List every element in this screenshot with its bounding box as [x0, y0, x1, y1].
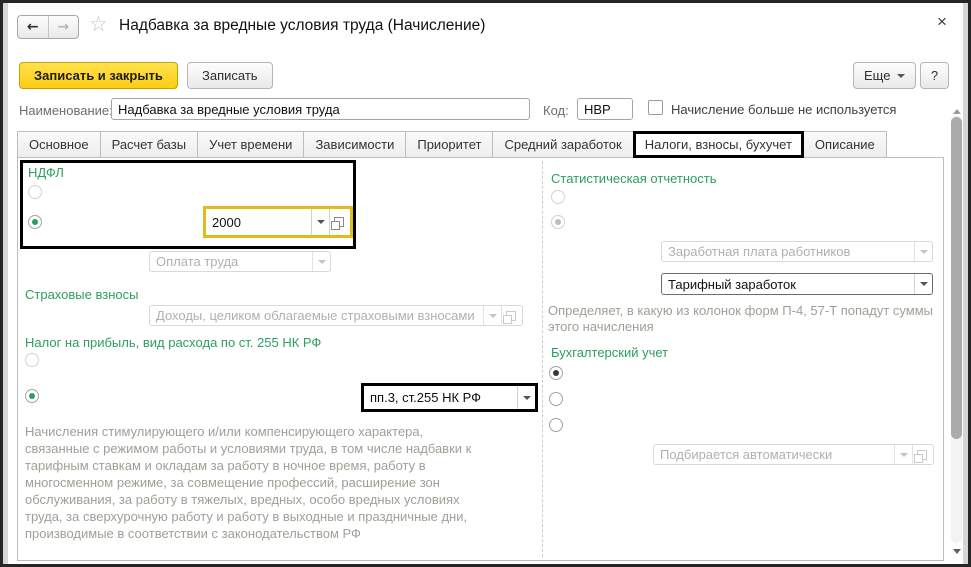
- dropdown-arrow-icon: [313, 252, 330, 271]
- profit-tax-not-included-radio: [25, 353, 39, 367]
- expense-article-description: Начисления стимулирующего и/или компенси…: [25, 423, 487, 542]
- favorite-star-icon[interactable]: ☆: [89, 12, 108, 36]
- chevron-down-icon: [897, 74, 905, 82]
- tab-average-earnings[interactable]: Средний заработок: [492, 131, 633, 158]
- account-subconto-placeholder: Подбирается автоматически: [654, 447, 894, 462]
- dropdown-arrow-icon[interactable]: [915, 274, 932, 294]
- page-title: Надбавка за вредные условия труда (Начис…: [119, 17, 485, 35]
- dropdown-arrow-icon: [895, 445, 912, 464]
- dropdown-arrow-icon: [484, 306, 501, 325]
- window-edge-left: [3, 3, 8, 564]
- ndfl-section-header: НДФЛ: [28, 165, 64, 180]
- tab-bar: Основное Расчет базы Учет времени Зависи…: [17, 131, 887, 158]
- tab-calc-base[interactable]: Расчет базы: [100, 131, 199, 158]
- accrual-card-window: ← → ☆ Надбавка за вредные условия труда …: [0, 0, 971, 567]
- expense-article-value: пп.3, ст.255 НК РФ: [364, 390, 517, 405]
- accounting-base-radio[interactable]: [549, 392, 563, 406]
- income-code-value: 2000: [206, 215, 311, 230]
- accounting-section-header: Бухгалтерский учет: [551, 345, 668, 360]
- back-button[interactable]: ←: [18, 16, 49, 38]
- close-icon[interactable]: ×: [937, 12, 947, 32]
- history-nav-group: ← →: [17, 15, 79, 39]
- code-input[interactable]: [577, 98, 633, 120]
- stats-not-counted-radio: [551, 190, 565, 204]
- scrollbar-thumb[interactable]: [951, 117, 962, 439]
- tab-priority[interactable]: Приоритет: [405, 131, 493, 158]
- not-used-checkbox[interactable]: [648, 100, 663, 115]
- back-icon: ←: [27, 19, 39, 35]
- account-subconto-combobox: Подбирается автоматически: [653, 444, 934, 465]
- tab-taxes-contributions[interactable]: Налоги, взносы, бухучет: [633, 131, 804, 158]
- tab-time-tracking[interactable]: Учет времени: [197, 131, 304, 158]
- not-used-checkbox-label: Начисление больше не используется: [671, 102, 896, 117]
- forward-button[interactable]: →: [49, 16, 79, 38]
- name-input[interactable]: [111, 98, 530, 120]
- window-edge-right: [963, 3, 968, 564]
- code-field-label: Код:: [543, 103, 569, 118]
- income-type-combobox: Доходы, целиком облагаемые страховыми вз…: [149, 305, 523, 326]
- ndfl-taxed-radio[interactable]: [28, 215, 42, 229]
- accounting-employee-radio[interactable]: [549, 366, 563, 380]
- open-item-icon: [917, 450, 927, 460]
- open-item-icon: [506, 311, 516, 321]
- income-code-combobox[interactable]: 2000: [203, 206, 353, 238]
- expense-article-combobox[interactable]: пп.3, ст.255 НК РФ: [361, 383, 538, 412]
- accounting-accrual-radio[interactable]: [549, 418, 563, 432]
- scrollbar-up-arrow-icon[interactable]: [953, 105, 961, 114]
- forward-icon: →: [57, 19, 69, 35]
- p4-form-value: Заработная плата работников: [662, 244, 914, 259]
- dropdown-arrow-icon[interactable]: [312, 209, 329, 235]
- save-and-close-button[interactable]: Записать и закрыть: [19, 62, 178, 89]
- help-button[interactable]: ?: [920, 62, 949, 89]
- tab-description[interactable]: Описание: [803, 131, 887, 158]
- income-category-value: Оплата труда: [150, 254, 312, 269]
- p4-form-combobox: Заработная плата работников: [661, 241, 933, 262]
- dropdown-arrow-icon[interactable]: [518, 386, 535, 409]
- t57-form-combobox[interactable]: Тарифный заработок: [661, 273, 933, 295]
- dropdown-arrow-icon: [915, 242, 932, 261]
- scrollbar-down-arrow-icon[interactable]: [953, 549, 961, 558]
- column-divider: [542, 161, 543, 557]
- income-category-combobox: Оплата труда: [149, 251, 331, 272]
- more-button-label: Еще: [864, 68, 890, 83]
- open-item-icon[interactable]: [334, 217, 344, 227]
- name-field-label: Наименование:: [19, 103, 113, 118]
- profit-tax-section-header: Налог на прибыль, вид расхода по ст. 255…: [25, 335, 321, 350]
- t57-form-value: Тарифный заработок: [662, 277, 914, 292]
- statistics-hint: Определяет, в какую из колонок форм П-4,…: [548, 303, 950, 335]
- insurance-section-header: Страховые взносы: [25, 287, 138, 302]
- ndfl-not-taxed-radio: [28, 185, 42, 199]
- profit-tax-included-radio[interactable]: [25, 389, 39, 403]
- tab-dependencies[interactable]: Зависимости: [303, 131, 406, 158]
- statistics-section-header: Статистическая отчетность: [551, 171, 717, 186]
- stats-counted-radio: [551, 215, 565, 229]
- tab-main[interactable]: Основное: [17, 131, 101, 158]
- income-type-value: Доходы, целиком облагаемые страховыми вз…: [150, 308, 483, 323]
- save-button[interactable]: Записать: [187, 62, 273, 89]
- more-button[interactable]: Еще: [853, 62, 916, 89]
